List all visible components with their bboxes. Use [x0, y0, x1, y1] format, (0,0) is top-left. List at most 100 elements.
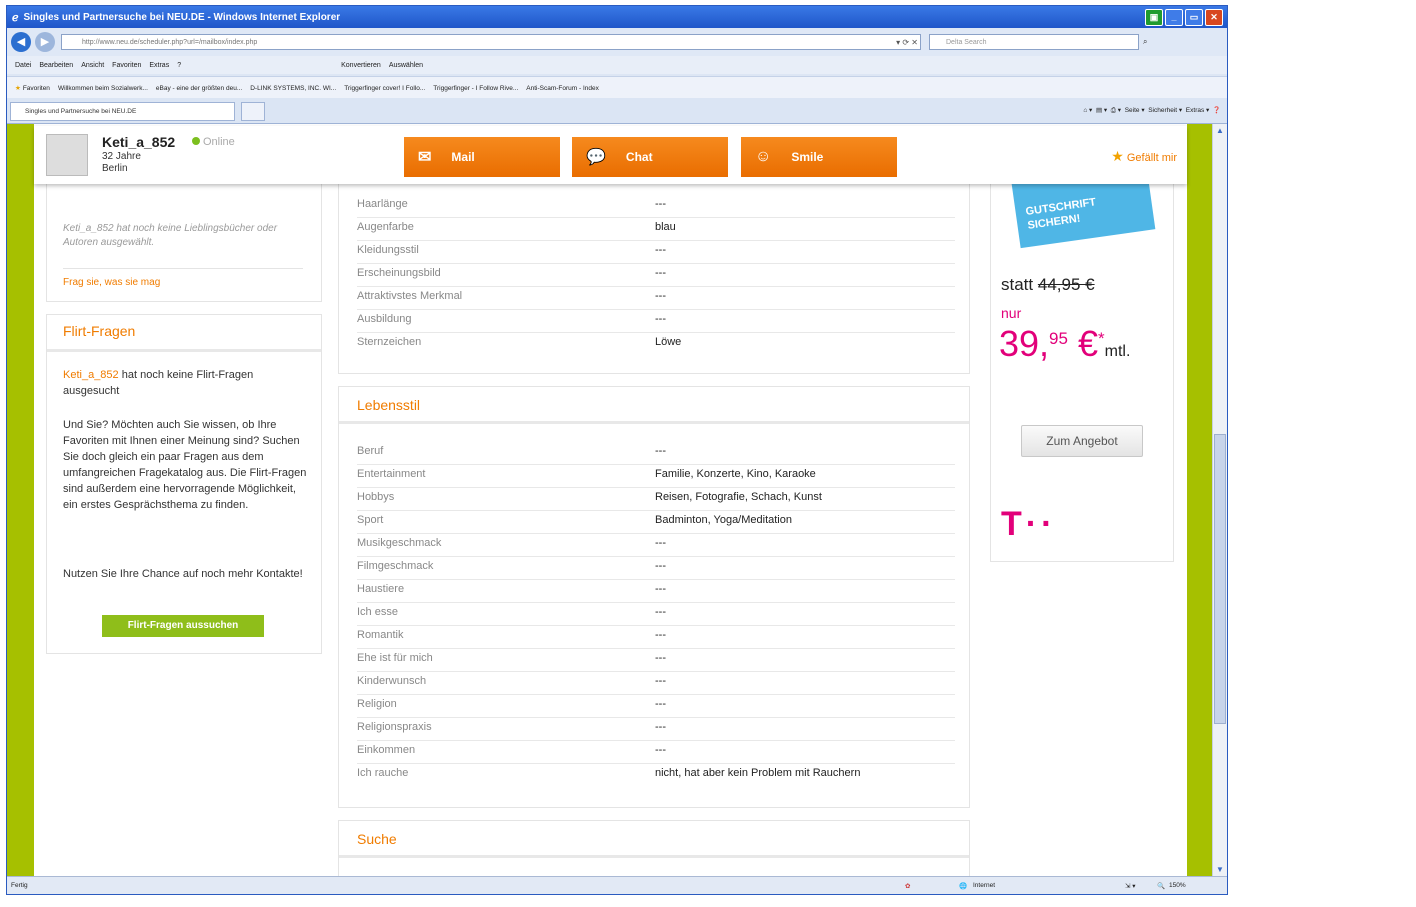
- cmd-extras[interactable]: Extras: [1186, 107, 1204, 114]
- row-label: Kleidungsstil: [357, 244, 419, 256]
- table-row: Einkommen ---: [357, 740, 955, 764]
- menu-datei[interactable]: Datei: [15, 62, 31, 69]
- refresh-stop-icons[interactable]: ▾ ⟳ ✕: [896, 35, 918, 51]
- favorite-link[interactable]: Willkommen beim Sozialwerk...: [58, 85, 148, 92]
- row-label: Religion: [357, 698, 397, 710]
- menu-bearbeiten[interactable]: Bearbeiten: [39, 62, 73, 69]
- star-icon: ★: [1111, 148, 1124, 164]
- books-empty-text: Keti_a_852 hat noch keine Lieblingsbüche…: [63, 223, 278, 248]
- address-text: http://www.neu.de/scheduler.php?url=/mai…: [82, 39, 258, 46]
- favorite-link[interactable]: Anti-Scam-Forum - Index: [526, 85, 599, 92]
- vertical-scrollbar[interactable]: ▲ ▼: [1212, 124, 1227, 876]
- feeds-icon[interactable]: ▤ ▾: [1096, 107, 1107, 114]
- menu-konvertieren[interactable]: Konvertieren: [341, 62, 381, 69]
- row-label: Religionspraxis: [357, 721, 432, 733]
- row-value: ---: [655, 290, 666, 302]
- price-unit: mtl.: [1104, 343, 1131, 360]
- table-row: Hobbys Reisen, Fotografie, Schach, Kunst: [357, 487, 955, 511]
- row-value: Reisen, Fotografie, Schach, Kunst: [655, 491, 822, 503]
- favorite-link[interactable]: Triggerfinger - I Follow Rive...: [433, 85, 518, 92]
- table-row: Entertainment Familie, Konzerte, Kino, Ka…: [357, 464, 955, 488]
- zone-globe-icon: 🌐: [959, 883, 968, 890]
- ask-link[interactable]: Frag sie, was sie mag: [63, 277, 160, 288]
- favorites-button[interactable]: Favoriten: [23, 85, 50, 92]
- tab-active[interactable]: Singles und Partnersuche bei NEU.DE: [10, 102, 235, 121]
- smile-button[interactable]: ☺ Smile: [741, 137, 897, 177]
- flirt-name-link[interactable]: Keti_a_852: [63, 369, 119, 381]
- smile-label: Smile: [791, 150, 824, 164]
- minimize-button[interactable]: _: [1165, 9, 1183, 26]
- search-icon[interactable]: ⌕: [1143, 37, 1147, 47]
- table-row: Kleidungsstil ---: [357, 240, 955, 264]
- status-bar: Fertig ✿ 🌐 Internet ⇲ ▾ 🔍 150%: [7, 876, 1227, 894]
- row-value: ---: [655, 313, 666, 325]
- scroll-down-icon[interactable]: ▼: [1216, 865, 1224, 874]
- close-button[interactable]: ✕: [1205, 9, 1223, 26]
- appearance-box: Haarlänge --- Augenfarbe blau Kleidungssti…: [338, 174, 970, 374]
- table-row: Religion ---: [357, 694, 955, 718]
- flirt-title: Flirt-Fragen: [63, 323, 136, 339]
- ie-icon: ℯ: [12, 11, 19, 24]
- lifestyle-title: Lebensstil: [357, 397, 421, 413]
- row-value: ---: [655, 445, 666, 457]
- address-toolbar: ◀ ▶ http://www.neu.de/scheduler.php?url=…: [7, 28, 1227, 56]
- flirt-questions-button[interactable]: Flirt-Fragen aussuchen: [102, 615, 264, 637]
- search-input[interactable]: Delta Search: [929, 34, 1139, 50]
- scrollbar-thumb[interactable]: [1214, 434, 1226, 724]
- table-row: Haustiere ---: [357, 579, 955, 603]
- favorite-link[interactable]: D-LINK SYSTEMS, INC. WI...: [250, 85, 336, 92]
- status-text: Fertig: [11, 882, 28, 889]
- price-currency: €: [1077, 323, 1099, 364]
- new-tab-button[interactable]: [241, 102, 265, 121]
- telekom-logo: T··: [1001, 505, 1057, 543]
- online-status: Online: [192, 136, 235, 148]
- back-button[interactable]: ◀: [11, 32, 31, 52]
- menu-ansicht[interactable]: Ansicht: [81, 62, 104, 69]
- menu-auswaehlen[interactable]: Auswählen: [389, 62, 423, 69]
- table-row: Romantik ---: [357, 625, 955, 649]
- row-label: Erscheinungsbild: [357, 267, 441, 279]
- addon-icon[interactable]: ▣: [1145, 9, 1163, 26]
- search-box: Suche: [338, 820, 970, 876]
- price-main: 39,: [999, 323, 1050, 364]
- table-row: Religionspraxis ---: [357, 717, 955, 741]
- mail-button[interactable]: ✉ Mail: [404, 137, 560, 177]
- row-label: Hobbys: [357, 491, 395, 503]
- like-button[interactable]: ★ Gefällt mir: [1111, 148, 1177, 165]
- maximize-button[interactable]: ▭: [1185, 9, 1203, 26]
- protected-mode-icon[interactable]: ⇲ ▾: [1125, 882, 1136, 890]
- menu-extras[interactable]: Extras: [149, 62, 169, 69]
- chat-button[interactable]: 💬 Chat: [572, 137, 728, 177]
- zoom-level[interactable]: 150%: [1169, 882, 1186, 889]
- mail-label: Mail: [451, 150, 475, 164]
- forward-button[interactable]: ▶: [35, 32, 55, 52]
- old-price: statt 44,95 €: [1001, 275, 1095, 295]
- ad-box[interactable]: GUTSCHRIFT SICHERN! statt 44,95 € nur 39,…: [990, 174, 1174, 562]
- zoom-icon[interactable]: 🔍: [1157, 882, 1165, 890]
- voucher-badge: GUTSCHRIFT SICHERN!: [1010, 175, 1156, 249]
- cmd-sicherheit[interactable]: Sicherheit: [1148, 107, 1177, 114]
- offer-button[interactable]: Zum Angebot: [1021, 425, 1143, 457]
- price-star: *: [1098, 329, 1105, 348]
- menu-favoriten[interactable]: Favoriten: [112, 62, 141, 69]
- address-bar[interactable]: http://www.neu.de/scheduler.php?url=/mai…: [61, 34, 921, 50]
- row-value: ---: [655, 675, 666, 687]
- row-label: Einkommen: [357, 744, 416, 756]
- row-label: Ausbildung: [357, 313, 412, 325]
- cmd-seite[interactable]: Seite: [1125, 107, 1140, 114]
- flirt-paragraph: Und Sie? Möchten auch Sie wissen, ob Ihr…: [63, 419, 307, 511]
- help-icon[interactable]: ❓: [1213, 107, 1221, 114]
- row-label: Entertainment: [357, 468, 426, 480]
- print-icon[interactable]: ⎙ ▾: [1111, 107, 1121, 114]
- favorite-link[interactable]: Triggerfinger cover! I Follo...: [344, 85, 425, 92]
- table-row: Ehe ist für mich ---: [357, 648, 955, 672]
- favorite-link[interactable]: eBay - eine der größten deu...: [156, 85, 242, 92]
- scroll-up-icon[interactable]: ▲: [1216, 126, 1224, 135]
- page-viewport: Keti_a_852 Online 32 Jahre Berlin ✉ Mail …: [7, 124, 1212, 876]
- books-box: Keti_a_852 hat noch keine Lieblingsbüche…: [46, 174, 322, 302]
- avatar[interactable]: [46, 134, 88, 176]
- zone-label: Internet: [973, 882, 996, 889]
- menu-help[interactable]: ?: [177, 62, 181, 69]
- home-icon[interactable]: ⌂ ▾: [1083, 107, 1092, 114]
- tab-bar: Singles und Partnersuche bei NEU.DE ⌂ ▾ …: [7, 98, 1227, 124]
